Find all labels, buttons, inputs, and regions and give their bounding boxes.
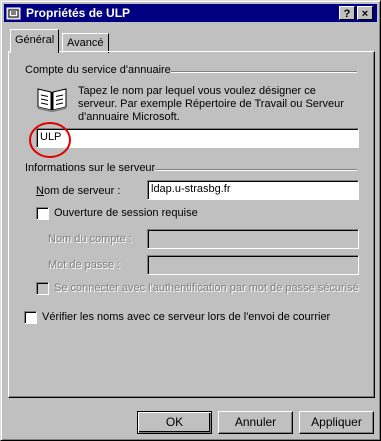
properties-dialog: Propriétés de ULP ? × Général Avancé Com…: [0, 0, 381, 441]
spa-checkbox[interactable]: [36, 282, 49, 295]
logon-required-checkbox[interactable]: [36, 207, 49, 220]
address-book-icon: [6, 5, 22, 21]
logon-required-label: Ouverture de session requise: [54, 207, 198, 219]
server-name-field[interactable]: ldap.u-strasbg.fr: [147, 180, 359, 200]
tab-general-label: Général: [15, 34, 55, 46]
open-book-icon: [36, 83, 68, 113]
directory-group-label: Compte du service d'annuaire: [25, 64, 171, 76]
cancel-button[interactable]: Annuler: [218, 411, 293, 434]
account-name-label: Nom du compte :: [48, 233, 132, 245]
tab-advanced[interactable]: Avancé: [62, 33, 109, 53]
tab-advanced-label: Avancé: [67, 37, 104, 49]
directory-name-field[interactable]: ULP: [36, 128, 359, 148]
directory-description: Tapez le nom par lequel vous voulez dési…: [78, 85, 344, 123]
verify-names-label: Vérifier les noms avec ce serveur lors d…: [42, 311, 331, 323]
ok-button[interactable]: OK: [137, 411, 212, 434]
spa-label: Se connecter avec l'authentification par…: [54, 282, 359, 294]
apply-button[interactable]: Appliquer: [299, 411, 374, 434]
server-name-label: Nom de serveur :: [36, 185, 121, 197]
help-button[interactable]: ?: [339, 6, 355, 20]
password-label: Mot de passe :: [48, 259, 121, 271]
title-bar[interactable]: Propriétés de ULP ? ×: [4, 4, 377, 22]
verify-names-checkbox[interactable]: [24, 311, 37, 324]
tab-general[interactable]: Général: [10, 29, 60, 53]
divider: [171, 71, 357, 73]
highlight-circle: [29, 122, 71, 158]
password-field[interactable]: [147, 255, 359, 275]
account-name-field[interactable]: [147, 229, 359, 249]
divider: [155, 169, 357, 171]
server-group-label: Informations sur le serveur: [25, 162, 156, 174]
window-title: Propriétés de ULP: [26, 6, 131, 20]
close-button[interactable]: ×: [357, 6, 373, 20]
